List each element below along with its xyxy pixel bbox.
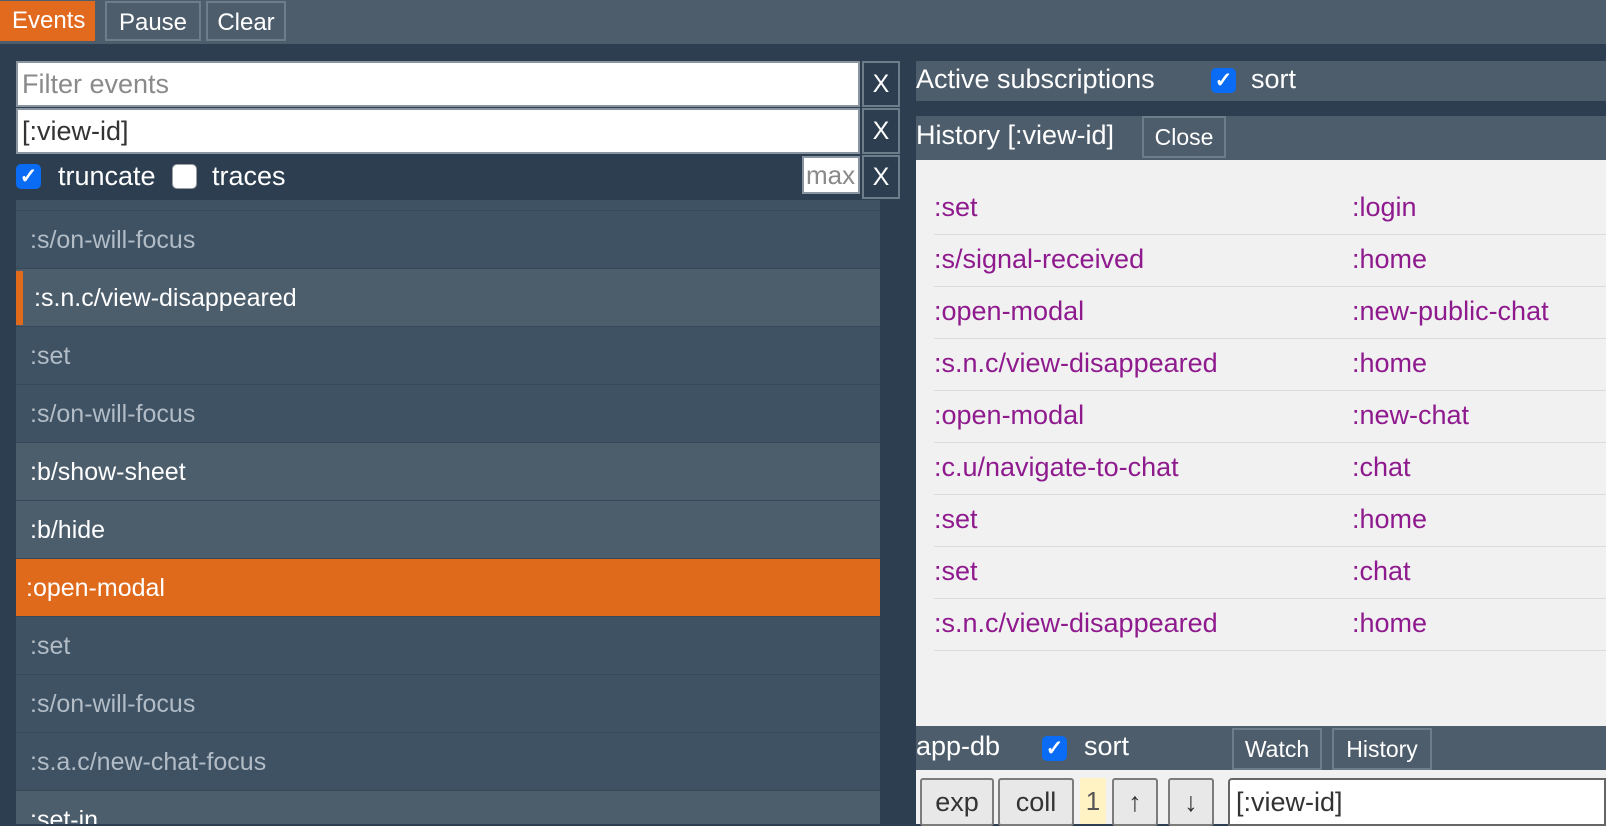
subscriptions-sort-checkbox[interactable]: ✓ — [1211, 68, 1236, 93]
history-row: :open-modal :new-chat — [934, 390, 1606, 443]
query-input[interactable] — [16, 108, 860, 154]
history-value: :home — [1352, 244, 1428, 274]
event-label: :set — [30, 342, 71, 370]
event-label: :s/on-will-focus — [30, 690, 196, 718]
history-event: :open-modal — [934, 400, 1085, 430]
clear-query-button[interactable]: X — [862, 108, 900, 154]
history-event: :s/signal-received — [934, 244, 1145, 274]
event-row[interactable]: :s/on-will-focus — [16, 384, 880, 442]
history-event: :s.n.c/view-disappeared — [934, 608, 1218, 638]
clear-max-button[interactable]: X — [862, 155, 900, 199]
history-row: :s.n.c/view-disappeared :home — [934, 598, 1606, 651]
history-value: :login — [1352, 192, 1417, 222]
truncate-label: truncate — [58, 161, 156, 191]
top-toolbar: Events Pause Clear — [0, 0, 1606, 44]
history-row: :set :login — [934, 182, 1606, 235]
move-down-button[interactable]: ↓ — [1168, 778, 1214, 826]
clear-filter-button[interactable]: X — [862, 61, 900, 107]
event-row[interactable]: :set — [16, 326, 880, 384]
truncate-checkbox[interactable]: ✓ — [16, 164, 41, 189]
arrow-down-icon: ↓ — [1184, 787, 1198, 817]
history-event: :set — [934, 192, 978, 222]
history-row: :open-modal :new-public-chat — [934, 286, 1606, 339]
event-label: :s/on-will-focus — [30, 400, 196, 428]
app-db-controls: exp coll 1 ↑ ↓ [:view-id] — [916, 770, 1606, 826]
history-event: :s.n.c/view-disappeared — [934, 348, 1218, 378]
history-row: :s.n.c/view-disappeared :home — [934, 338, 1606, 391]
traces-label: traces — [212, 161, 286, 191]
event-label: :set — [30, 632, 71, 660]
events-list-top-edge — [16, 200, 880, 210]
history-event: :set — [934, 504, 978, 534]
clear-button[interactable]: Clear — [206, 1, 286, 41]
history-row: :set :home — [934, 494, 1606, 547]
path-count: 1 — [1080, 778, 1106, 824]
max-input[interactable]: max — [802, 156, 860, 194]
history-value: :home — [1352, 504, 1428, 534]
events-list: :s/on-will-focus :s.n.c/view-disappeared… — [16, 200, 880, 824]
subscriptions-header: Active subscriptions ✓ sort — [916, 61, 1606, 101]
collapse-button[interactable]: coll — [998, 778, 1074, 826]
event-row[interactable]: :s.a.c/new-chat-focus — [16, 732, 880, 790]
history-close-button[interactable]: Close — [1142, 116, 1226, 158]
event-label: :b/show-sheet — [30, 458, 186, 486]
event-row-selected[interactable]: :open-modal — [16, 558, 880, 616]
history-value: :home — [1352, 348, 1428, 378]
history-value: :home — [1352, 608, 1428, 638]
event-row[interactable]: :b/hide — [16, 500, 880, 558]
subscriptions-sort-label: sort — [1251, 64, 1297, 94]
event-row[interactable]: :s/on-will-focus — [16, 674, 880, 732]
history-value: :chat — [1352, 556, 1411, 586]
history-header: History [:view-id] — [916, 116, 1606, 160]
event-row[interactable]: :set — [16, 616, 880, 674]
event-label: :s/on-will-focus — [30, 226, 196, 254]
app-db-sort-label: sort — [1084, 731, 1130, 761]
event-row[interactable]: :s.n.c/view-disappeared — [16, 268, 880, 326]
history-value: :new-chat — [1352, 400, 1470, 430]
history-value: :new-public-chat — [1352, 296, 1549, 326]
app-db-title: app-db — [916, 731, 1001, 761]
history-row: :set :chat — [934, 546, 1606, 599]
event-label: :s.n.c/view-disappeared — [34, 284, 297, 312]
history-title: History [:view-id] — [916, 120, 1115, 150]
history-panel: :set :login :s/signal-received :home :open… — [916, 160, 1606, 726]
history-event: :open-modal — [934, 296, 1085, 326]
event-row[interactable]: :set-in — [16, 790, 880, 824]
app-db-bar: app-db ✓ sort Watch History — [916, 726, 1606, 770]
event-label: :open-modal — [26, 574, 165, 602]
event-marker — [16, 271, 23, 325]
event-label: :s.a.c/new-chat-focus — [30, 748, 267, 776]
app-db-sort-checkbox[interactable]: ✓ — [1042, 736, 1067, 761]
event-row[interactable]: :s/on-will-focus — [16, 210, 880, 268]
history-button[interactable]: History — [1332, 728, 1432, 770]
history-value: :chat — [1352, 452, 1411, 482]
subscriptions-title: Active subscriptions — [916, 64, 1155, 94]
history-event: :set — [934, 556, 978, 586]
history-event: :c.u/navigate-to-chat — [934, 452, 1179, 482]
move-up-button[interactable]: ↑ — [1112, 778, 1158, 826]
event-label: :set-in — [30, 806, 99, 824]
event-label: :b/hide — [30, 516, 106, 544]
filter-events-input[interactable] — [16, 61, 860, 107]
events-tab[interactable]: Events — [0, 1, 95, 41]
history-row: :s/signal-received :home — [934, 234, 1606, 287]
event-row[interactable]: :b/show-sheet — [16, 442, 880, 500]
watch-button[interactable]: Watch — [1232, 728, 1322, 770]
history-row: :c.u/navigate-to-chat :chat — [934, 442, 1606, 495]
pause-button[interactable]: Pause — [105, 1, 201, 41]
path-input[interactable]: [:view-id] — [1228, 778, 1606, 826]
arrow-up-icon: ↑ — [1128, 787, 1142, 817]
traces-checkbox[interactable] — [172, 164, 197, 189]
expand-button[interactable]: exp — [920, 778, 994, 826]
